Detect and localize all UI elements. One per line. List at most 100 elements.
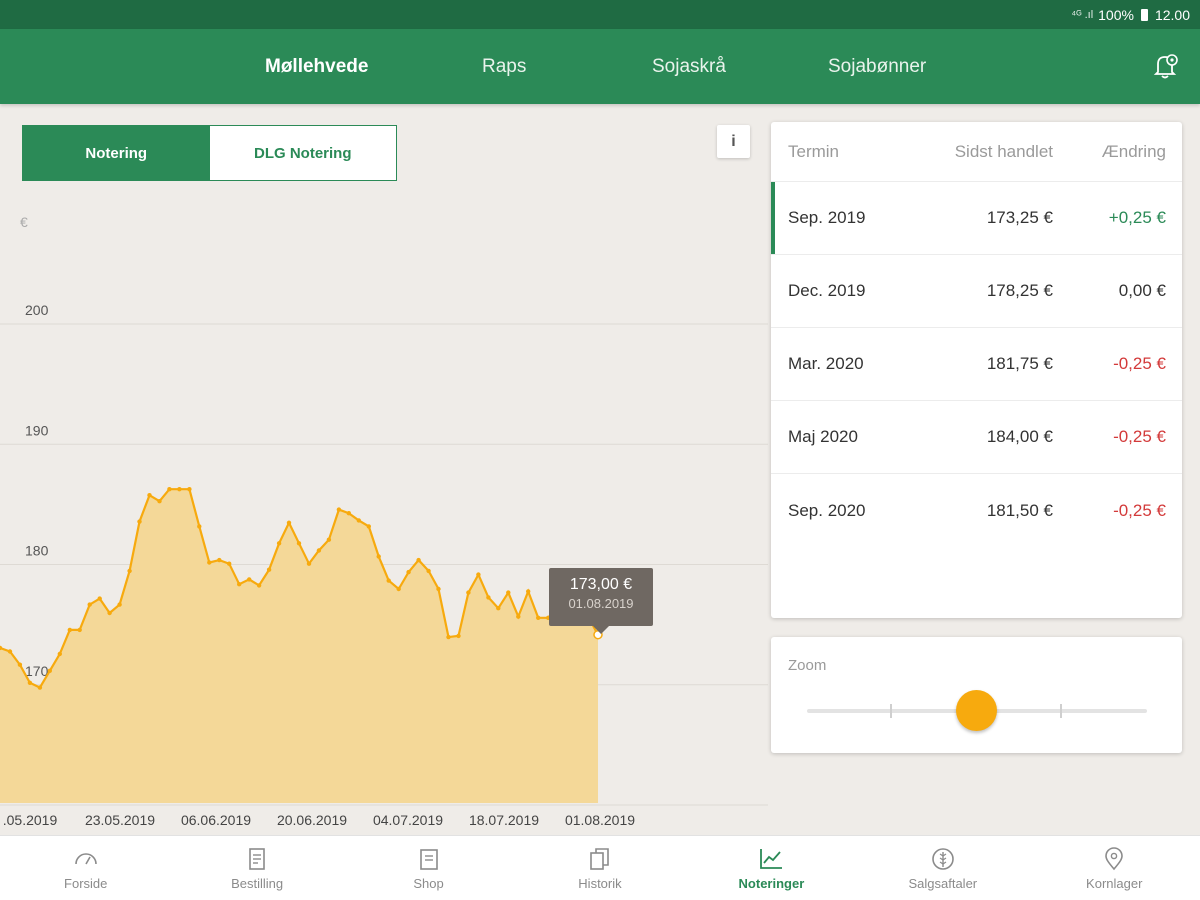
tab-sojaskra[interactable]: Sojaskrå: [652, 29, 726, 104]
data-point: [97, 596, 102, 601]
notering-button[interactable]: Notering: [23, 126, 210, 180]
tab-mollehvede[interactable]: Møllehvede: [265, 29, 368, 104]
data-point: [187, 487, 192, 492]
notification-settings-icon[interactable]: [1150, 51, 1180, 81]
data-point: [276, 541, 282, 546]
x-tick-label: 23.05.2019: [85, 812, 155, 828]
clock: 12.00: [1154, 6, 1190, 23]
data-point: [147, 493, 152, 498]
nav-label: Kornlager: [1086, 875, 1143, 891]
data-point: [47, 668, 52, 673]
data-point: [416, 557, 421, 563]
table-row[interactable]: Dec. 2019 178,25 € 0,00 €: [771, 255, 1182, 328]
y-tick-label: 190: [25, 422, 49, 438]
chart-area: [0, 489, 598, 803]
row-price: 181,75 €: [986, 354, 1053, 373]
nav-shop[interactable]: Shop: [343, 836, 514, 900]
data-point: [506, 590, 511, 595]
row-termin: Sep. 2019: [788, 208, 866, 227]
dlg-notering-button[interactable]: DLG Notering: [210, 126, 397, 180]
table-row[interactable]: Sep. 2019 173,25 € +0,25 €: [771, 182, 1182, 255]
row-termin: Dec. 2019: [788, 281, 866, 300]
tab-raps[interactable]: Raps: [482, 29, 526, 104]
location-icon: [1105, 846, 1124, 870]
nav-forside[interactable]: Forside: [0, 836, 171, 900]
nav-salgsaftaler[interactable]: Salgsaftaler: [857, 836, 1028, 900]
data-point: [157, 499, 162, 504]
zoom-slider-thumb[interactable]: [956, 690, 997, 731]
nav-historik[interactable]: Historik: [514, 836, 685, 900]
battery-icon: [1140, 8, 1148, 21]
data-point: [87, 602, 92, 607]
data-point: [177, 487, 182, 492]
data-point: [436, 586, 441, 592]
notering-toggle: Notering DLG Notering: [22, 125, 397, 181]
data-point: [446, 634, 451, 640]
data-point: [57, 651, 62, 657]
nav-label: Shop: [413, 875, 444, 891]
data-point: [286, 520, 292, 525]
nav-noteringer[interactable]: Noteringer: [686, 836, 857, 900]
data-point: [167, 487, 172, 492]
nav-bestilling[interactable]: Bestilling: [171, 836, 342, 900]
data-point: [456, 633, 461, 639]
data-point: [17, 662, 23, 667]
data-point: [316, 548, 322, 553]
table-row[interactable]: Maj 2020 184,00 € -0,25 €: [771, 401, 1182, 474]
data-point: [7, 649, 13, 654]
tab-sojabonner[interactable]: Sojabønner: [828, 29, 926, 104]
commodity-tabs: Møllehvede Raps Sojaskrå Sojabønner: [0, 29, 1200, 104]
data-point: [27, 680, 33, 685]
x-tick-label: 06.06.2019: [181, 812, 251, 828]
x-tick-label: 18.07.2019: [469, 812, 539, 828]
table-header: Termin Sidst handlet Ændring: [771, 122, 1182, 182]
price-chart[interactable]: 160170180190200€.05.201923.05.201906.06.…: [0, 195, 768, 835]
data-point: [466, 590, 471, 595]
row-change: 0,00 €: [1118, 281, 1166, 300]
history-icon: [590, 847, 609, 870]
data-point: [476, 572, 481, 577]
data-point: [227, 561, 232, 566]
row-termin: Sep. 2020: [788, 500, 866, 520]
data-point: [346, 511, 351, 516]
data-point: [306, 561, 312, 566]
table-row[interactable]: Sep. 2020 181,50 € -0,25 €: [771, 474, 1182, 547]
row-change: +0,25 €: [1108, 208, 1166, 227]
data-point: [336, 507, 342, 512]
info-button[interactable]: i: [717, 125, 750, 158]
data-point: [256, 583, 262, 588]
battery-percent: 100%: [1098, 6, 1134, 23]
data-point: [37, 685, 43, 690]
data-point: [127, 568, 132, 574]
price-chart-svg: 160170180190200€.05.201923.05.201906.06.…: [0, 214, 768, 828]
y-tick-label: 200: [25, 302, 49, 318]
termin-table: Termin Sidst handlet Ændring Sep. 2019 1…: [771, 122, 1182, 618]
nav-label: Salgsaftaler: [908, 875, 978, 891]
data-point: [536, 615, 541, 620]
header-sidst-handlet: Sidst handlet: [954, 141, 1053, 161]
table-row[interactable]: Mar. 2020 181,75 € -0,25 €: [771, 328, 1182, 401]
y-tick-label: 170: [25, 663, 49, 679]
data-point: [376, 554, 381, 559]
data-point: [406, 569, 411, 575]
row-termin: Maj 2020: [788, 427, 858, 446]
y-axis-unit: €: [20, 214, 28, 230]
data-point: [326, 537, 332, 542]
data-point: [237, 582, 242, 587]
x-tick-label: .05.2019: [3, 812, 58, 828]
status-bar: ⁴ᴳ .ıl 100% 12.00: [0, 0, 1200, 29]
zoom-label: Zoom: [788, 657, 827, 674]
chart-icon: [760, 848, 783, 869]
data-point: [117, 602, 122, 607]
nav-kornlager[interactable]: Kornlager: [1029, 836, 1200, 900]
x-tick-label: 04.07.2019: [373, 812, 443, 828]
data-point: [526, 589, 531, 594]
data-point: [266, 567, 272, 572]
header-aendring: Ændring: [1101, 141, 1166, 161]
data-point: [217, 557, 222, 563]
bottom-nav: Forside Bestilling Shop Historik Noterin…: [0, 835, 1200, 900]
chart-tooltip: 173,00 € 01.08.2019: [549, 568, 653, 634]
row-price: 178,25 €: [986, 281, 1053, 300]
zoom-tick: [890, 704, 892, 718]
data-point: [137, 519, 142, 524]
